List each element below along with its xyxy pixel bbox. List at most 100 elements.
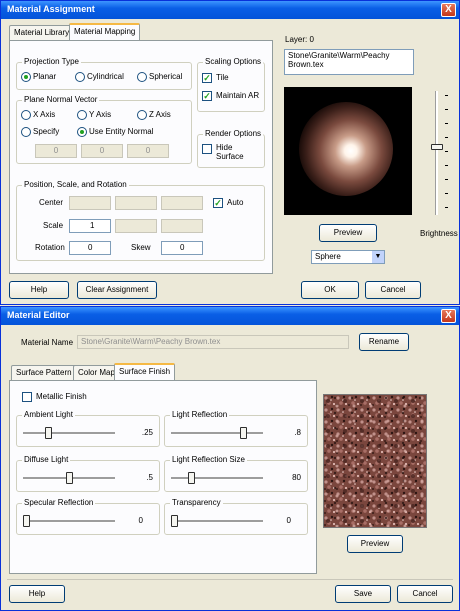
- light-reflection-slider[interactable]: [239, 427, 247, 439]
- tab-surface-finish[interactable]: Surface Finish: [114, 363, 176, 380]
- center-y-field[interactable]: [115, 196, 157, 210]
- brightness-label: Brightness: [420, 229, 458, 238]
- assignment-cancel-button[interactable]: Cancel: [365, 281, 421, 299]
- light-reflection-size-slider[interactable]: [188, 472, 196, 484]
- editor-preview-button[interactable]: Preview: [347, 535, 403, 553]
- diffuse-light-group: Diffuse Light .5: [16, 455, 160, 492]
- radio-spherical[interactable]: [137, 72, 147, 82]
- checkbox-maintain-ar[interactable]: ✓: [202, 91, 212, 101]
- tab-material-mapping[interactable]: Material Mapping: [69, 23, 141, 40]
- help-button[interactable]: Help: [9, 281, 69, 299]
- specular-reflection-slider[interactable]: [23, 515, 30, 527]
- light-reflection-track: [171, 432, 263, 435]
- material-path-field[interactable]: Stone\Granite\Warm\Peachy Brown.tex: [284, 49, 414, 75]
- ambient-light-group: Ambient Light .25: [16, 410, 160, 447]
- transparency-slider[interactable]: [171, 515, 178, 527]
- radio-specify[interactable]: [21, 127, 31, 137]
- label-maintain-ar: Maintain AR: [216, 91, 260, 100]
- checkbox-hide-surface[interactable]: [202, 144, 212, 154]
- editor-window-title: Material Editor: [7, 310, 70, 320]
- light-reflection-label: Light Reflection: [170, 410, 230, 419]
- radio-x-axis[interactable]: [21, 110, 31, 120]
- normal-x-field[interactable]: 0: [35, 144, 77, 158]
- center-x-field[interactable]: [69, 196, 111, 210]
- shape-select[interactable]: Sphere ▼: [311, 250, 385, 264]
- label-center: Center: [39, 198, 64, 207]
- editor-footer-divider: [7, 579, 453, 580]
- render-options-title: Render Options: [203, 129, 264, 138]
- light-reflection-group: Light Reflection .8: [164, 410, 308, 447]
- checkbox-metallic-finish[interactable]: [22, 392, 32, 402]
- light-reflection-size-label: Light Reflection Size: [170, 455, 247, 464]
- clear-assignment-button[interactable]: Clear Assignment: [77, 281, 157, 299]
- editor-help-button[interactable]: Help: [9, 585, 65, 603]
- sphere-preview: [284, 87, 412, 215]
- ambient-light-label: Ambient Light: [22, 410, 75, 419]
- normal-z-field[interactable]: 0: [127, 144, 169, 158]
- label-x-axis: X Axis: [33, 110, 56, 119]
- specular-reflection-group: Specular Reflection 0: [16, 498, 160, 535]
- ambient-light-value: .25: [141, 428, 153, 437]
- light-reflection-size-track: [171, 477, 263, 480]
- scale-y-field[interactable]: [115, 219, 157, 233]
- checkbox-tile[interactable]: ✓: [202, 73, 212, 83]
- editor-close-button[interactable]: X: [441, 309, 456, 323]
- material-name-field[interactable]: Stone\Granite\Warm\Peachy Brown.tex: [77, 335, 349, 349]
- scale-field[interactable]: 1: [69, 219, 111, 233]
- radio-use-entity-normal[interactable]: [77, 127, 87, 137]
- label-auto: Auto: [227, 198, 244, 207]
- label-planar: Planar: [33, 72, 57, 81]
- label-scale: Scale: [43, 221, 64, 230]
- sphere-preview-image: [299, 102, 393, 196]
- save-button[interactable]: Save: [335, 585, 391, 603]
- texture-preview-image: [324, 395, 426, 527]
- window-title: Material Assignment: [7, 4, 95, 14]
- light-reflection-size-value: 80: [292, 473, 301, 482]
- position-scale-rotation-group: Position, Scale, and Rotation Center ✓ A…: [16, 180, 265, 261]
- chevron-down-icon[interactable]: ▼: [372, 251, 384, 263]
- brightness-slider-thumb[interactable]: [431, 144, 443, 151]
- label-use-entity-normal: Use Entity Normal: [89, 127, 154, 136]
- light-reflection-size-group: Light Reflection Size 80: [164, 455, 308, 492]
- checkbox-auto[interactable]: ✓: [213, 198, 223, 208]
- plane-normal-title: Plane Normal Vector: [22, 95, 100, 104]
- specular-reflection-label: Specular Reflection: [22, 498, 96, 507]
- radio-cylindrical[interactable]: [75, 72, 85, 82]
- diffuse-light-slider[interactable]: [66, 472, 73, 484]
- scale-z-field[interactable]: [161, 219, 203, 233]
- label-specify: Specify: [33, 127, 60, 136]
- rename-button[interactable]: Rename: [359, 333, 409, 351]
- scaling-options-title: Scaling Options: [203, 57, 264, 66]
- rotation-field[interactable]: 0: [69, 241, 111, 255]
- transparency-label: Transparency: [170, 498, 223, 507]
- material-assignment-window: Material Assignment X Material Library M…: [0, 0, 460, 305]
- tab-color-map[interactable]: Color Map: [73, 365, 120, 380]
- projection-type-group: Projection Type Planar Cylindrical Spher…: [16, 57, 192, 90]
- label-z-axis: Z Axis: [149, 110, 171, 119]
- tab-surface-pattern[interactable]: Surface Pattern: [11, 365, 77, 380]
- layer-label: Layer: 0: [285, 35, 314, 44]
- ambient-light-slider[interactable]: [44, 427, 52, 439]
- radio-z-axis[interactable]: [137, 110, 147, 120]
- normal-y-field[interactable]: 0: [81, 144, 123, 158]
- skew-field[interactable]: 0: [161, 241, 203, 255]
- title-bar: Material Assignment X: [1, 1, 459, 19]
- label-y-axis: Y Axis: [89, 110, 112, 119]
- projection-type-title: Projection Type: [22, 57, 81, 66]
- editor-cancel-button[interactable]: Cancel: [397, 585, 453, 603]
- position-group-title: Position, Scale, and Rotation: [22, 180, 129, 189]
- label-tile: Tile: [216, 73, 229, 82]
- transparency-track: [171, 520, 263, 523]
- assignment-preview-button[interactable]: Preview: [319, 224, 377, 242]
- specular-reflection-track: [23, 520, 115, 523]
- close-button[interactable]: X: [441, 3, 456, 17]
- surface-finish-panel: Metallic Finish Ambient Light .25 Light …: [9, 380, 317, 574]
- tab-material-library[interactable]: Material Library: [9, 25, 75, 40]
- center-z-field[interactable]: [161, 196, 203, 210]
- shape-select-value: Sphere: [315, 252, 341, 261]
- radio-y-axis[interactable]: [77, 110, 87, 120]
- ok-button[interactable]: OK: [301, 281, 359, 299]
- material-editor-window: Material Editor X Material Name Stone\Gr…: [0, 306, 460, 611]
- radio-planar[interactable]: [21, 72, 31, 82]
- brightness-slider[interactable]: [431, 91, 451, 219]
